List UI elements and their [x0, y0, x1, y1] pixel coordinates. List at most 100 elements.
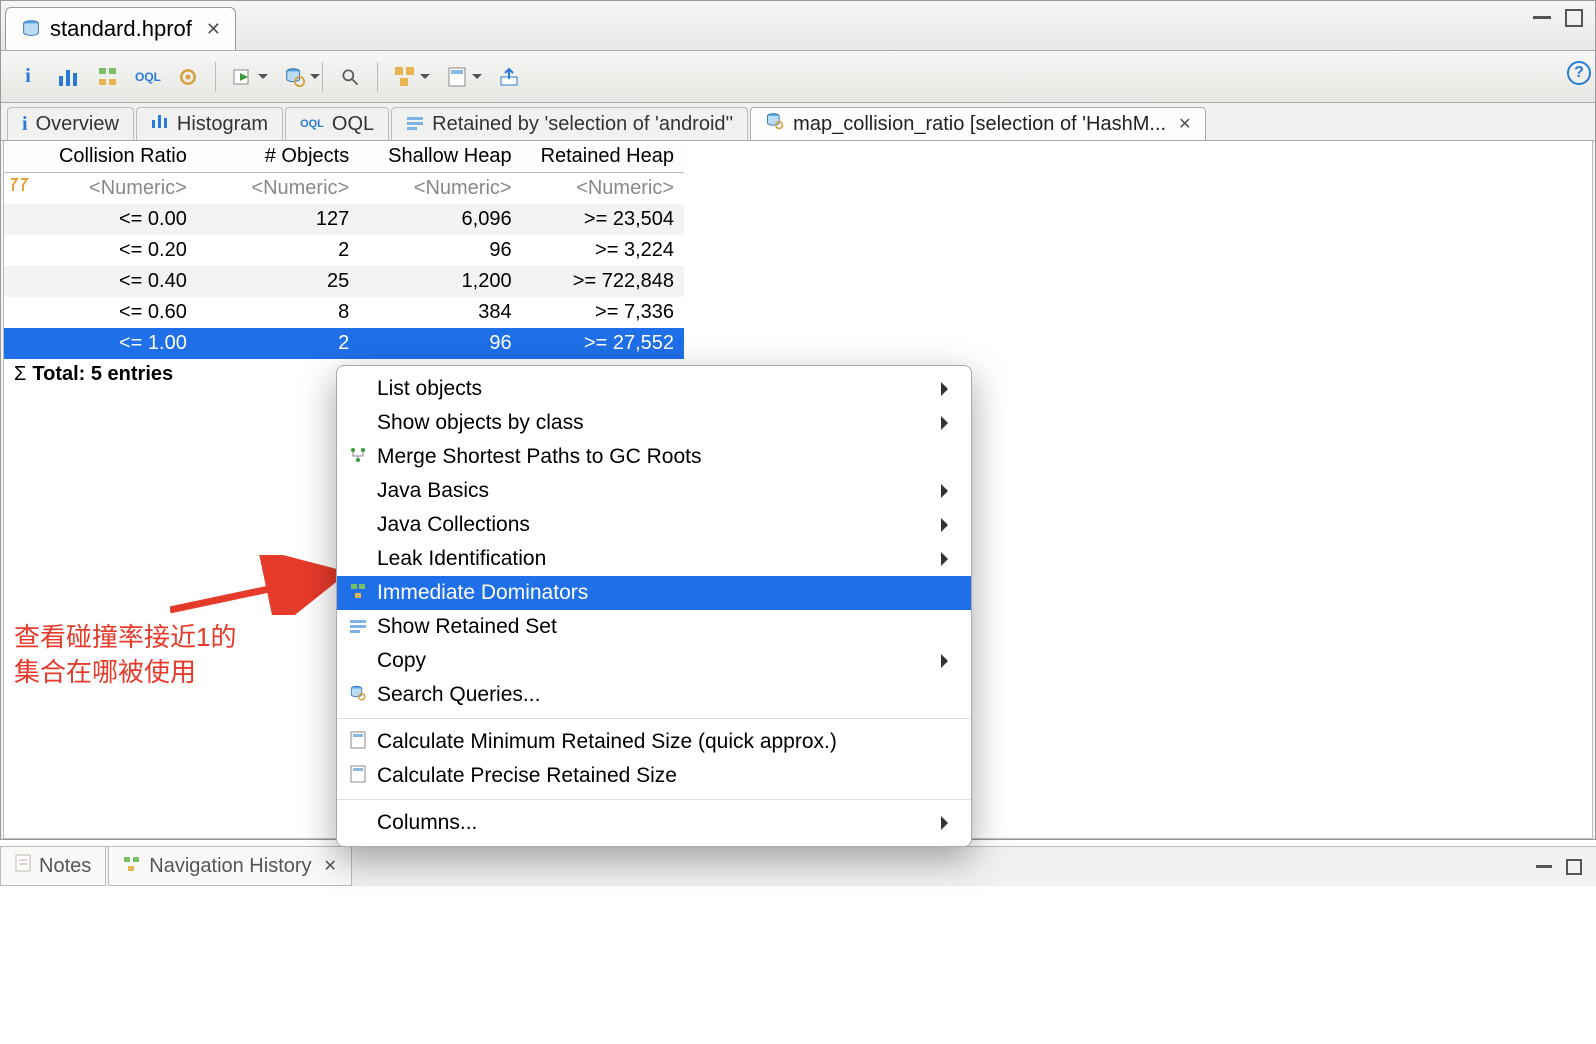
menu-columns[interactable]: Columns...: [337, 806, 971, 840]
tab-oql[interactable]: OQL OQL: [285, 107, 389, 140]
close-icon[interactable]: ✕: [206, 19, 221, 40]
table-row[interactable]: <= 0.40 25 1,200 >= 722,848: [4, 266, 684, 297]
tab-label: Navigation History: [149, 855, 311, 878]
export-button[interactable]: [492, 60, 526, 94]
tab-retained[interactable]: Retained by 'selection of 'android'': [391, 107, 748, 140]
cell: <= 0.40: [4, 266, 197, 297]
table-row-selected[interactable]: <= 1.00 2 96 >= 27,552: [4, 328, 684, 359]
tab-label: OQL: [332, 113, 374, 136]
maximize-icon[interactable]: [1565, 9, 1583, 27]
cell: <= 0.00: [4, 204, 197, 235]
help-icon[interactable]: ?: [1567, 61, 1591, 85]
col-shallow-heap[interactable]: Shallow Heap: [359, 141, 521, 173]
search-button[interactable]: [333, 60, 367, 94]
tab-map-collision-ratio[interactable]: map_collision_ratio [selection of 'HashM…: [750, 107, 1206, 140]
group-button[interactable]: [388, 60, 422, 94]
run-report-button[interactable]: [226, 60, 260, 94]
filter-cell[interactable]: <Numeric>: [197, 173, 359, 205]
menu-copy[interactable]: Copy: [337, 644, 971, 678]
minimize-icon[interactable]: [1536, 865, 1552, 868]
menu-java-collections[interactable]: Java Collections: [337, 508, 971, 542]
cell: 384: [359, 297, 521, 328]
cell: <= 0.20: [4, 235, 197, 266]
minimize-icon[interactable]: [1533, 9, 1551, 19]
cell: >= 27,552: [522, 328, 684, 359]
db-gear-button[interactable]: [278, 60, 312, 94]
submenu-caret-icon: [941, 654, 955, 668]
file-tab-bar: standard.hprof ✕: [1, 1, 1595, 51]
menu-show-retained-set[interactable]: Show Retained Set: [337, 610, 971, 644]
oql-icon: OQL: [300, 118, 324, 130]
cell: >= 23,504: [522, 204, 684, 235]
col-objects[interactable]: # Objects: [197, 141, 359, 173]
table-row[interactable]: <= 0.20 2 96 >= 3,224: [4, 235, 684, 266]
calculator-icon: [347, 765, 369, 788]
retained-icon: [406, 113, 424, 136]
tab-label: Histogram: [177, 113, 268, 136]
tab-navigation-history[interactable]: Navigation History ✕: [108, 847, 352, 886]
menu-java-basics[interactable]: Java Basics: [337, 474, 971, 508]
retained-icon: [347, 617, 369, 638]
filter-cell[interactable]: <Numeric>: [359, 173, 521, 205]
tab-notes[interactable]: Notes: [0, 847, 106, 886]
dominator-icon: [347, 582, 369, 605]
gear-button[interactable]: [171, 60, 205, 94]
calculator-button[interactable]: [440, 60, 474, 94]
file-tab-title: standard.hprof: [50, 16, 192, 42]
menu-calc-precise-retained[interactable]: Calculate Precise Retained Size: [337, 759, 971, 793]
info-button[interactable]: i: [11, 60, 45, 94]
menu-separator: [337, 799, 971, 800]
histogram-button[interactable]: [51, 60, 85, 94]
cell: <= 1.00: [4, 328, 197, 359]
main-toolbar: i OQL: [1, 51, 1595, 103]
file-tab-standard-hprof[interactable]: standard.hprof ✕: [5, 7, 236, 50]
tree-icon: [347, 446, 369, 469]
maximize-icon[interactable]: [1566, 859, 1582, 875]
cell: >= 3,224: [522, 235, 684, 266]
menu-label: List objects: [377, 377, 482, 401]
table-row[interactable]: <= 0.60 8 384 >= 7,336: [4, 297, 684, 328]
filter-icon[interactable]: [6, 175, 32, 201]
menu-leak-identification[interactable]: Leak Identification: [337, 542, 971, 576]
menu-separator: [337, 718, 971, 719]
menu-immediate-dominators[interactable]: Immediate Dominators: [337, 576, 971, 610]
tab-label: Overview: [36, 113, 119, 136]
db-gear-icon: [765, 111, 785, 137]
submenu-caret-icon: [941, 416, 955, 430]
filter-cell[interactable]: <Numeric>: [89, 177, 187, 199]
menu-label: Search Queries...: [377, 683, 540, 707]
submenu-caret-icon: [941, 552, 955, 566]
toolbar-separator: [377, 62, 378, 92]
filter-row[interactable]: <Numeric> <Numeric> <Numeric> <Numeric>: [4, 173, 684, 205]
menu-list-objects[interactable]: List objects: [337, 372, 971, 406]
cell: 2: [197, 328, 359, 359]
col-retained-heap[interactable]: Retained Heap: [522, 141, 684, 173]
menu-label: Show Retained Set: [377, 615, 557, 639]
menu-label: Java Basics: [377, 479, 489, 503]
inner-tab-bar: i Overview Histogram OQL OQL Retained by…: [1, 103, 1595, 141]
col-collision-ratio[interactable]: Collision Ratio: [4, 141, 197, 173]
tab-overview[interactable]: i Overview: [7, 107, 134, 140]
tree-button[interactable]: [91, 60, 125, 94]
heap-file-icon: [20, 18, 42, 40]
tab-histogram[interactable]: Histogram: [136, 107, 283, 140]
menu-label: Calculate Precise Retained Size: [377, 764, 677, 788]
header-row: Collision Ratio # Objects Shallow Heap R…: [4, 141, 684, 173]
tab-label: map_collision_ratio [selection of 'HashM…: [793, 113, 1166, 136]
menu-search-queries[interactable]: Search Queries...: [337, 678, 971, 712]
filter-cell[interactable]: <Numeric>: [522, 173, 684, 205]
menu-show-objects-by-class[interactable]: Show objects by class: [337, 406, 971, 440]
menu-merge-shortest-paths[interactable]: Merge Shortest Paths to GC Roots: [337, 440, 971, 474]
cell: 2: [197, 235, 359, 266]
close-icon[interactable]: ✕: [324, 856, 337, 876]
close-icon[interactable]: ✕: [1178, 114, 1191, 134]
db-gear-icon: [347, 684, 369, 707]
table-row[interactable]: <= 0.00 127 6,096 >= 23,504: [4, 204, 684, 235]
menu-label: Show objects by class: [377, 411, 584, 435]
annotation-line: 集合在哪被使用: [14, 655, 236, 690]
window-controls: [1533, 9, 1583, 27]
cell: >= 7,336: [522, 297, 684, 328]
submenu-caret-icon: [941, 382, 955, 396]
menu-calc-min-retained[interactable]: Calculate Minimum Retained Size (quick a…: [337, 725, 971, 759]
oql-button[interactable]: OQL: [131, 60, 165, 94]
